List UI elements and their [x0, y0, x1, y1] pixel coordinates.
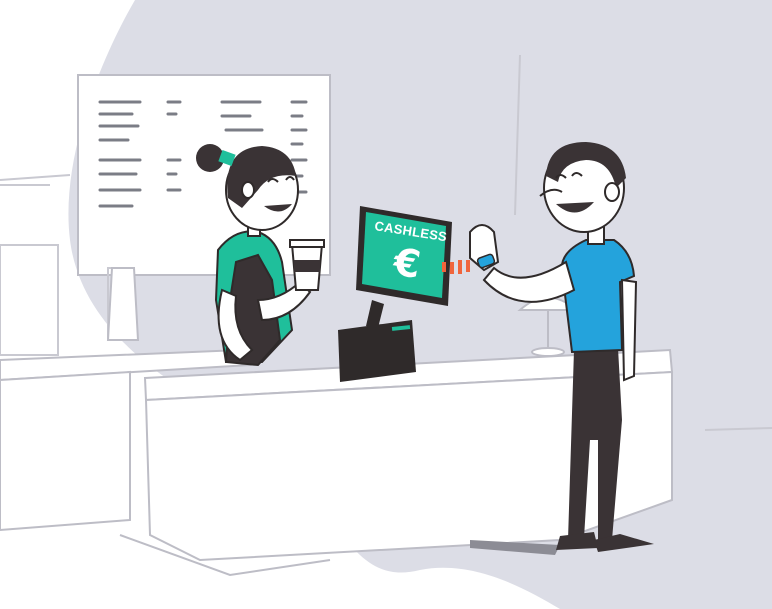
coffee-cup-icon — [289, 239, 325, 291]
cup-stack — [106, 267, 140, 341]
cashless-payment-illustration: CASHLESS € — [0, 0, 772, 609]
